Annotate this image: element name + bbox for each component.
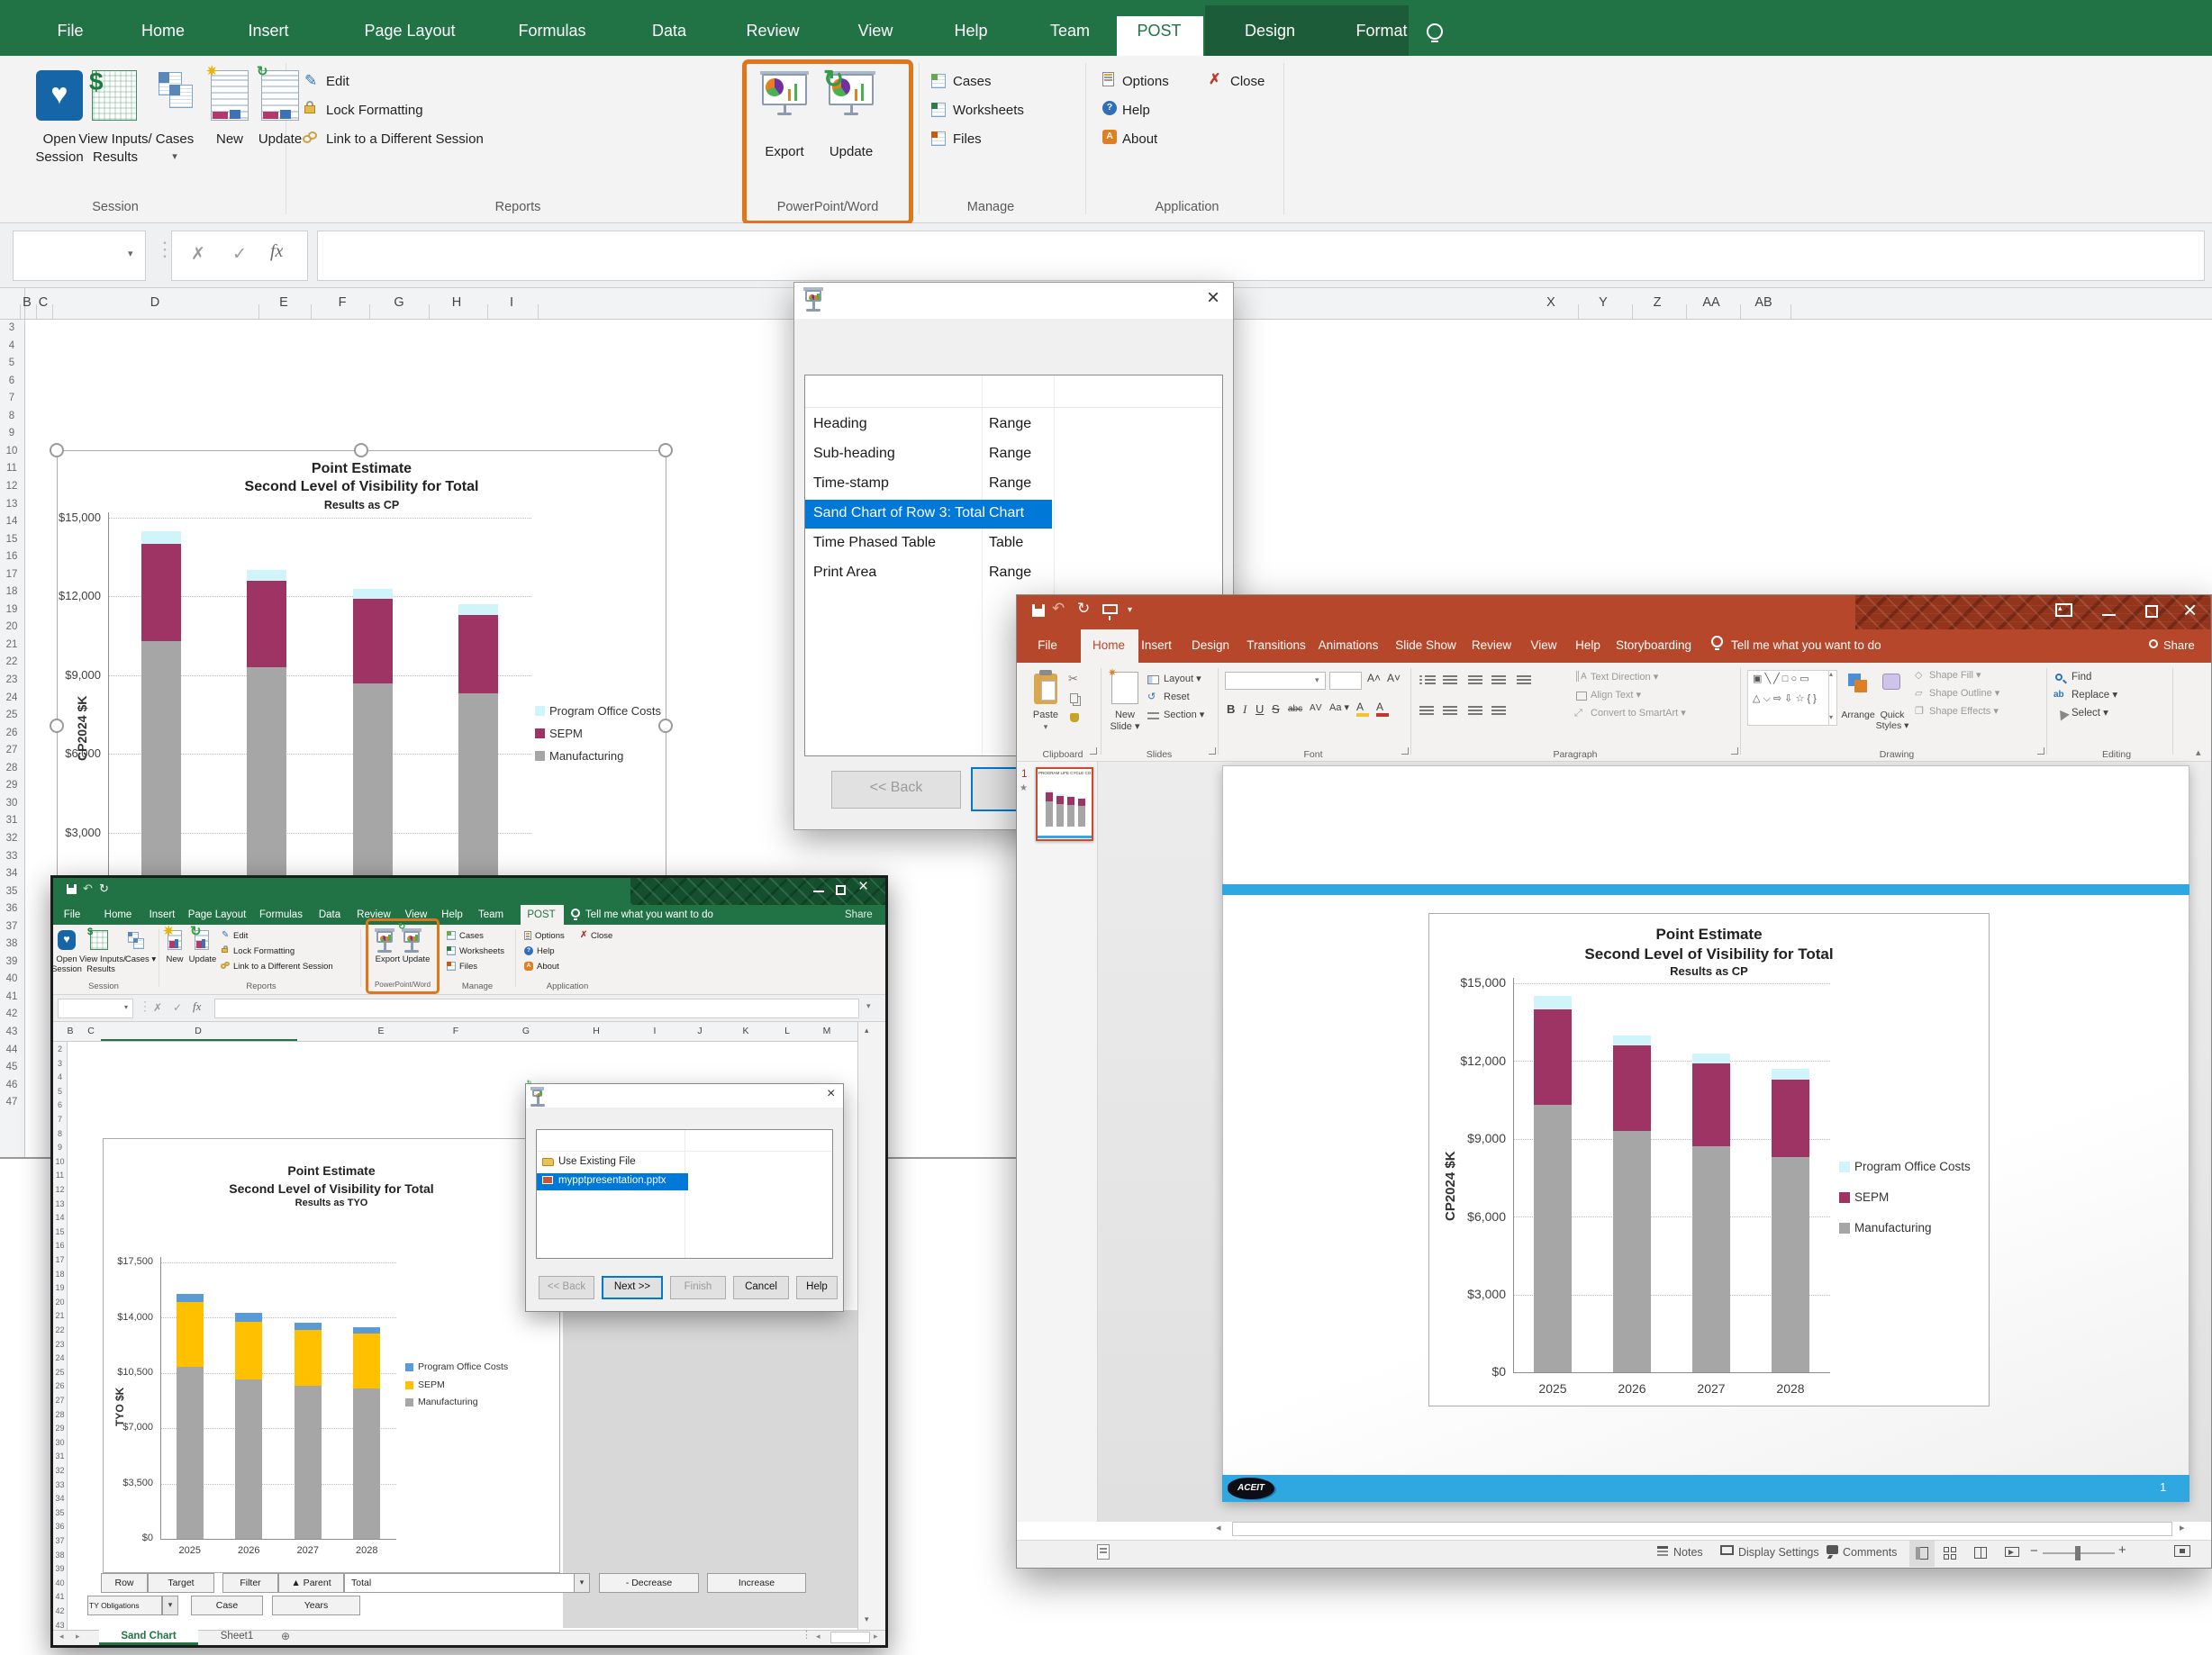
wizard-button-label: Help [796, 1281, 838, 1294]
list-header-underline[interactable] [537, 1151, 832, 1152]
pptx-file-item[interactable]: mypptpresentation.pptx [558, 1175, 666, 1188]
bar-icon[interactable] [539, 1091, 542, 1095]
list-column-divider[interactable] [684, 1130, 685, 1258]
stand-base-icon[interactable] [530, 1104, 545, 1107]
refresh-icon: ↻ [527, 1081, 531, 1087]
wizard-button-label: Cancel [733, 1281, 789, 1294]
pptx-file-icon[interactable] [542, 1176, 553, 1184]
wizard-button-label: Finish [670, 1281, 726, 1294]
update-wizard-titlebar[interactable] [526, 1084, 843, 1108]
use-existing-file-item[interactable]: Use Existing File [558, 1156, 636, 1169]
stand-icon[interactable] [537, 1097, 539, 1104]
wizard-button-label: << Back [539, 1281, 594, 1294]
folder-icon[interactable] [542, 1158, 554, 1166]
wizard-button-label: Next >> [602, 1281, 663, 1294]
close-icon[interactable]: × [827, 1086, 835, 1103]
update-wizard-dialog: Update Wizard What file do you want to u… [0, 0, 2212, 1655]
